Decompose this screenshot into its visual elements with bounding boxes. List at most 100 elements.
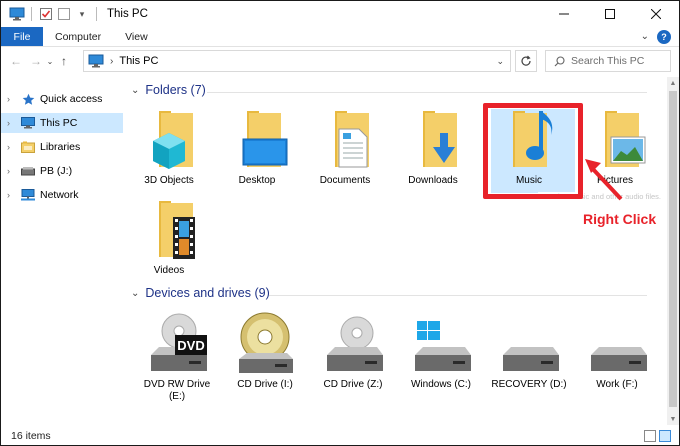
file-explorer-window: ▾ This PC File Computer View ⌄ ? ← → ⌄ ↑… xyxy=(0,0,680,446)
annotation-arrow-icon xyxy=(585,159,623,201)
expand-chevron-icon[interactable]: › xyxy=(7,190,21,200)
window-controls xyxy=(541,1,679,27)
folders-section-header[interactable]: ⌄ Folders (7) xyxy=(131,83,206,97)
drive-cd-z[interactable]: CD Drive (Z:) xyxy=(313,311,393,391)
folder-documents[interactable]: Documents xyxy=(305,107,385,187)
tab-view[interactable]: View xyxy=(113,27,160,46)
devices-header-label: Devices and drives (9) xyxy=(145,286,270,300)
close-button[interactable] xyxy=(633,1,679,27)
properties-icon[interactable] xyxy=(38,6,54,22)
downloads-folder-icon xyxy=(401,107,465,171)
back-arrow-icon[interactable]: ← xyxy=(7,51,25,71)
network-icon xyxy=(21,188,35,202)
drive-label-line1: DVD RW Drive xyxy=(143,379,211,390)
sidebar-item-label: Network xyxy=(40,189,79,201)
tile-label: Videos xyxy=(153,265,185,276)
navigation-bar: ← → ⌄ ↑ › This PC ⌄ xyxy=(1,48,679,74)
toolbar-divider xyxy=(96,7,97,21)
sidebar-item-quick-access[interactable]: › Quick access xyxy=(1,89,123,109)
collapse-chevron-icon[interactable]: ⌄ xyxy=(131,85,139,96)
cd-drive-icon xyxy=(321,311,385,375)
sidebar-item-label: Quick access xyxy=(40,93,103,105)
dvd-badge: DVD xyxy=(177,338,204,353)
tile-label: Downloads xyxy=(408,175,458,186)
drive-label-line2: (E:) xyxy=(168,391,186,402)
drive-work-f[interactable]: Work (F:) xyxy=(577,311,657,391)
sidebar-item-pb-drive[interactable]: › PB (J:) xyxy=(1,161,123,181)
dvd-drive-icon: DVD xyxy=(145,311,209,375)
minimize-button[interactable] xyxy=(541,1,587,27)
expand-chevron-icon[interactable]: › xyxy=(7,166,21,176)
3d-objects-folder-icon xyxy=(137,107,201,171)
vertical-scrollbar[interactable]: ▲ ▼ xyxy=(667,77,679,425)
maximize-button[interactable] xyxy=(587,1,633,27)
up-arrow-icon[interactable]: ↑ xyxy=(55,51,73,71)
sidebar-item-label: PB (J:) xyxy=(40,165,73,177)
folder-downloads[interactable]: Downloads xyxy=(393,107,473,187)
sidebar-item-this-pc[interactable]: › This PC xyxy=(1,113,123,133)
sidebar-item-libraries[interactable]: › Libraries xyxy=(1,137,123,157)
search-box[interactable] xyxy=(545,50,671,72)
navigation-pane: › Quick access › This PC › Libraries › P… xyxy=(1,77,125,425)
section-divider xyxy=(207,92,647,93)
scroll-thumb[interactable] xyxy=(669,91,677,407)
section-divider xyxy=(269,295,647,296)
content-pane: ⌄ Folders (7) 3D Objects Desktop Documen… xyxy=(127,77,667,425)
expand-chevron-icon[interactable]: › xyxy=(7,142,21,152)
breadcrumb-this-pc[interactable]: This PC xyxy=(119,55,158,67)
drive-recovery-d[interactable]: RECOVERY (D:) xyxy=(489,311,569,391)
hard-drive-icon xyxy=(497,311,561,375)
help-icon[interactable]: ? xyxy=(657,29,671,44)
sidebar-item-label: Libraries xyxy=(40,141,81,153)
folders-header-label: Folders (7) xyxy=(145,83,206,97)
tile-label: DVD RW Drive (E:) xyxy=(144,379,210,403)
item-count: 16 items xyxy=(11,430,51,442)
annotation-highlight-box xyxy=(483,103,583,199)
quick-access-toolbar: ▾ xyxy=(1,6,101,22)
tile-label: Windows (C:) xyxy=(410,379,471,390)
tile-label: CD Drive (Z:) xyxy=(323,379,383,390)
refresh-button[interactable] xyxy=(515,50,537,72)
ribbon-tabs: File Computer View ⌄ ? xyxy=(1,27,679,47)
forward-arrow-icon[interactable]: → xyxy=(27,51,45,71)
breadcrumb-chevron-icon[interactable]: › xyxy=(110,56,113,67)
folder-videos[interactable]: Videos xyxy=(129,197,209,277)
expand-chevron-icon[interactable]: › xyxy=(7,94,21,104)
new-folder-icon[interactable] xyxy=(56,6,72,22)
tab-file[interactable]: File xyxy=(1,27,43,46)
scroll-down-icon[interactable]: ▼ xyxy=(667,413,679,425)
tile-label: 3D Objects xyxy=(144,175,194,186)
folder-desktop[interactable]: Desktop xyxy=(217,107,297,187)
tab-computer[interactable]: Computer xyxy=(43,27,113,46)
tile-label: RECOVERY (D:) xyxy=(491,379,567,390)
address-dropdown-icon[interactable]: ⌄ xyxy=(496,56,504,67)
star-icon xyxy=(21,92,35,106)
collapse-chevron-icon[interactable]: ⌄ xyxy=(131,288,139,299)
window-title: This PC xyxy=(107,8,148,20)
sidebar-item-network[interactable]: › Network xyxy=(1,185,123,205)
recent-locations-icon[interactable]: ⌄ xyxy=(45,51,55,71)
details-view-button[interactable] xyxy=(644,430,656,442)
scroll-up-icon[interactable]: ▲ xyxy=(667,77,679,89)
drive-windows-c[interactable]: Windows (C:) xyxy=(401,311,481,391)
tile-label: CD Drive (I:) xyxy=(237,379,293,390)
windows-drive-icon xyxy=(409,311,473,375)
documents-folder-icon xyxy=(313,107,377,171)
hard-drive-icon xyxy=(585,311,649,375)
large-icons-view-button[interactable] xyxy=(659,430,671,442)
customize-toolbar-icon[interactable]: ▾ xyxy=(74,6,90,22)
expand-ribbon-icon[interactable]: ⌄ xyxy=(641,31,649,42)
title-bar: ▾ This PC xyxy=(1,1,679,27)
folder-3d-objects[interactable]: 3D Objects xyxy=(129,107,209,187)
search-input[interactable] xyxy=(571,55,667,67)
tile-label: Desktop xyxy=(238,175,276,186)
drive-dvd-rw-e[interactable]: DVD DVD RW Drive (E:) xyxy=(137,311,217,403)
drive-icon xyxy=(21,164,35,178)
desktop-folder-icon xyxy=(225,107,289,171)
tile-label: Work (F:) xyxy=(596,379,638,390)
drive-cd-i[interactable]: CD Drive (I:) xyxy=(225,311,305,391)
devices-section-header[interactable]: ⌄ Devices and drives (9) xyxy=(131,286,270,300)
expand-chevron-icon[interactable]: › xyxy=(7,118,21,128)
address-bar[interactable]: › This PC ⌄ xyxy=(83,50,511,72)
right-click-callout: Right Click xyxy=(583,211,657,227)
